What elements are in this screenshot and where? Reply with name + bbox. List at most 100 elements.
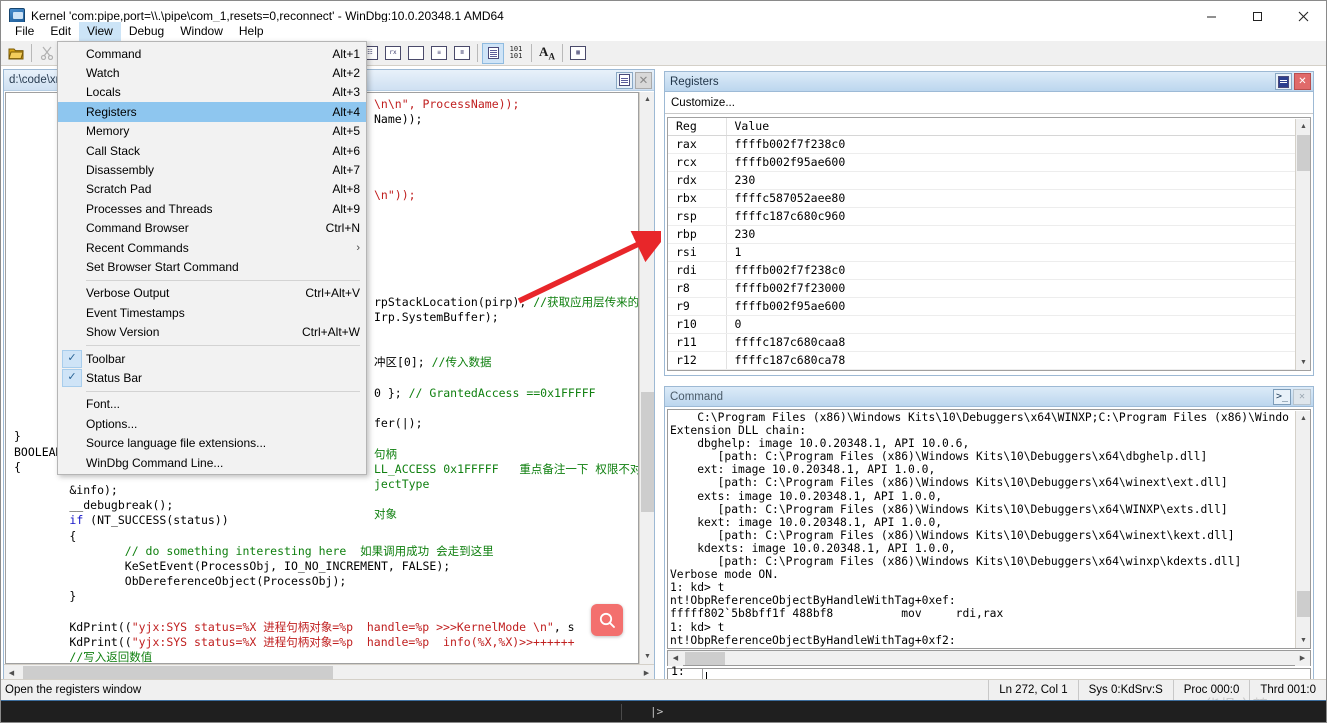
registers-row[interactable]: r11 ffffc187c680caa8 xyxy=(668,333,1310,352)
font-icon[interactable]: AA xyxy=(536,43,558,64)
command-hscroll-track[interactable] xyxy=(683,651,1295,666)
source-hscroll-track[interactable] xyxy=(19,665,639,680)
menuitem-processes-and-threads[interactable]: Processes and Threads Alt+9 xyxy=(58,199,366,218)
menuitem-show-version[interactable]: Show Version Ctrl+Alt+W xyxy=(58,322,366,341)
source-vscroll-thumb[interactable] xyxy=(641,392,654,512)
options-icon[interactable]: ▦ xyxy=(567,43,589,64)
menuitem-set-browser-start-command[interactable]: Set Browser Start Command xyxy=(58,257,366,276)
menuitem-call-stack[interactable]: Call Stack Alt+6 xyxy=(58,141,366,160)
register-value[interactable]: 1 xyxy=(726,243,1310,262)
memory-window-icon[interactable] xyxy=(405,43,427,64)
menu-file[interactable]: File xyxy=(7,22,42,41)
disassembly-window-icon[interactable]: ≣ xyxy=(451,43,473,64)
view-dropdown-menu[interactable]: Command Alt+1 Watch Alt+2 Locals Alt+3 R… xyxy=(57,41,367,476)
search-icon[interactable] xyxy=(591,604,623,636)
cut-icon[interactable] xyxy=(36,43,58,64)
register-value[interactable]: ffffc187c680ca78 xyxy=(726,351,1310,370)
registers-row[interactable]: r8 ffffb002f7f23000 xyxy=(668,279,1310,298)
scroll-down-arrow-icon[interactable]: ▼ xyxy=(640,649,654,664)
numbers-icon[interactable]: 101 101 xyxy=(505,43,527,64)
register-value[interactable]: 230 xyxy=(726,225,1310,244)
registers-row[interactable]: r10 0 xyxy=(668,315,1310,334)
menu-view[interactable]: View xyxy=(79,22,121,41)
menuitem-registers[interactable]: Registers Alt+4 xyxy=(58,102,366,122)
source-hscroll-thumb[interactable] xyxy=(23,666,333,679)
menuitem-verbose-output[interactable]: Verbose Output Ctrl+Alt+V xyxy=(58,284,366,303)
scroll-down-arrow-icon[interactable]: ▼ xyxy=(1296,633,1310,648)
menuitem-command-browser[interactable]: Command Browser Ctrl+N xyxy=(58,219,366,238)
menuitem-memory[interactable]: Memory Alt+5 xyxy=(58,122,366,141)
registers-row[interactable]: rsp ffffc187c680c960 xyxy=(668,207,1310,226)
register-value[interactable]: ffffb002f7f238c0 xyxy=(726,135,1310,154)
menuitem-recent-commands[interactable]: Recent Commands › xyxy=(58,238,366,257)
menuitem-scratch-pad[interactable]: Scratch Pad Alt+8 xyxy=(58,180,366,199)
scroll-up-arrow-icon[interactable]: ▲ xyxy=(1296,411,1310,426)
menu-help[interactable]: Help xyxy=(231,22,272,41)
close-icon[interactable]: ✕ xyxy=(1294,73,1311,90)
registers-row[interactable]: rbp 230 xyxy=(668,225,1310,244)
command-output-area[interactable]: C:\Program Files (x86)\Windows Kits\10\D… xyxy=(667,409,1311,649)
registers-row[interactable]: rbx ffffc587052aee80 xyxy=(668,189,1310,208)
registers-row[interactable]: rdx 230 xyxy=(668,171,1310,190)
register-value[interactable]: 0 xyxy=(726,369,1310,370)
menuitem-disassembly[interactable]: Disassembly Alt+7 xyxy=(58,160,366,179)
prompt-icon[interactable]: >_ xyxy=(1273,388,1291,405)
menu-debug[interactable]: Debug xyxy=(121,22,172,41)
registers-window-title: Registers xyxy=(670,75,719,88)
registers-row[interactable]: rcx ffffb002f95ae600 xyxy=(668,153,1310,172)
menuitem-command[interactable]: Command Alt+1 xyxy=(58,44,366,63)
register-value[interactable]: 0 xyxy=(726,315,1310,334)
source-horizontal-scrollbar[interactable]: ◀ ▶ xyxy=(4,664,654,680)
registers-row[interactable]: rdi ffffb002f7f238c0 xyxy=(668,261,1310,280)
menuitem-status-bar[interactable]: ✓ Status Bar xyxy=(58,368,366,387)
source-vertical-scrollbar[interactable]: ▲ ▼ xyxy=(639,92,654,664)
call-stack-window-icon[interactable]: ≡ xyxy=(428,43,450,64)
register-value[interactable]: ffffc587052aee80 xyxy=(726,189,1310,208)
scroll-up-arrow-icon[interactable]: ▲ xyxy=(1296,119,1310,134)
register-value[interactable]: ffffc187c680caa8 xyxy=(726,333,1310,352)
taskbar-separator xyxy=(621,703,622,720)
registers-vscroll-thumb[interactable] xyxy=(1297,135,1310,171)
close-icon[interactable]: ✕ xyxy=(1293,388,1311,405)
menuitem-watch[interactable]: Watch Alt+2 xyxy=(58,63,366,82)
restore-icon[interactable] xyxy=(1275,73,1292,90)
registers-row[interactable]: r130 xyxy=(668,369,1310,370)
scroll-left-arrow-icon[interactable]: ◀ xyxy=(4,665,19,680)
menuitem-options[interactable]: Options... xyxy=(58,414,366,433)
register-value[interactable]: ffffc187c680c960 xyxy=(726,207,1310,226)
menu-edit[interactable]: Edit xyxy=(42,22,79,41)
scroll-right-arrow-icon[interactable]: ▶ xyxy=(639,665,654,680)
command-horizontal-scrollbar[interactable]: ◀ ▶ xyxy=(667,650,1311,666)
command-vertical-scrollbar[interactable]: ▲ ▼ xyxy=(1295,411,1310,648)
registers-window-icon[interactable]: rx xyxy=(382,43,404,64)
menuitem-font[interactable]: Font... xyxy=(58,395,366,414)
registers-customize-link[interactable]: Customize... xyxy=(665,92,1313,114)
source-window-icon[interactable] xyxy=(482,42,504,64)
scroll-down-arrow-icon[interactable]: ▼ xyxy=(1296,355,1310,370)
scroll-up-arrow-icon[interactable]: ▲ xyxy=(640,92,654,107)
restore-icon[interactable] xyxy=(616,71,633,89)
register-value[interactable]: ffffb002f7f23000 xyxy=(726,279,1310,298)
registers-row[interactable]: rax ffffb002f7f238c0 xyxy=(668,135,1310,154)
register-value[interactable]: ffffb002f95ae600 xyxy=(726,297,1310,316)
registers-row[interactable]: r12 ffffc187c680ca78 xyxy=(668,351,1310,370)
close-icon[interactable]: ✕ xyxy=(635,71,652,89)
register-value[interactable]: ffffb002f7f238c0 xyxy=(726,261,1310,280)
open-source-file-icon[interactable] xyxy=(5,43,27,64)
registers-row[interactable]: rsi 1 xyxy=(668,243,1310,262)
menuitem-label: Recent Commands xyxy=(86,240,189,255)
registers-table-container[interactable]: Reg Value rax ffffb002f7f238c0 rcx ffffb002… xyxy=(667,117,1311,371)
menuitem-locals[interactable]: Locals Alt+3 xyxy=(58,83,366,102)
menuitem-source-language-file-extensions[interactable]: Source language file extensions... xyxy=(58,433,366,452)
registers-vertical-scrollbar[interactable]: ▲ ▼ xyxy=(1295,119,1310,370)
taskbar-app-label[interactable]: |> xyxy=(650,705,663,718)
registers-row[interactable]: r9 ffffb002f95ae600 xyxy=(668,297,1310,316)
register-value[interactable]: ffffb002f95ae600 xyxy=(726,153,1310,172)
command-vscroll-thumb[interactable] xyxy=(1297,591,1310,617)
register-value[interactable]: 230 xyxy=(726,171,1310,190)
menuitem-toolbar[interactable]: ✓ Toolbar xyxy=(58,349,366,368)
menu-window[interactable]: Window xyxy=(172,22,231,41)
scroll-right-arrow-icon[interactable]: ▶ xyxy=(1295,650,1310,666)
menuitem-windbg-command-line[interactable]: WinDbg Command Line... xyxy=(58,453,366,472)
menuitem-event-timestamps[interactable]: Event Timestamps xyxy=(58,303,366,322)
